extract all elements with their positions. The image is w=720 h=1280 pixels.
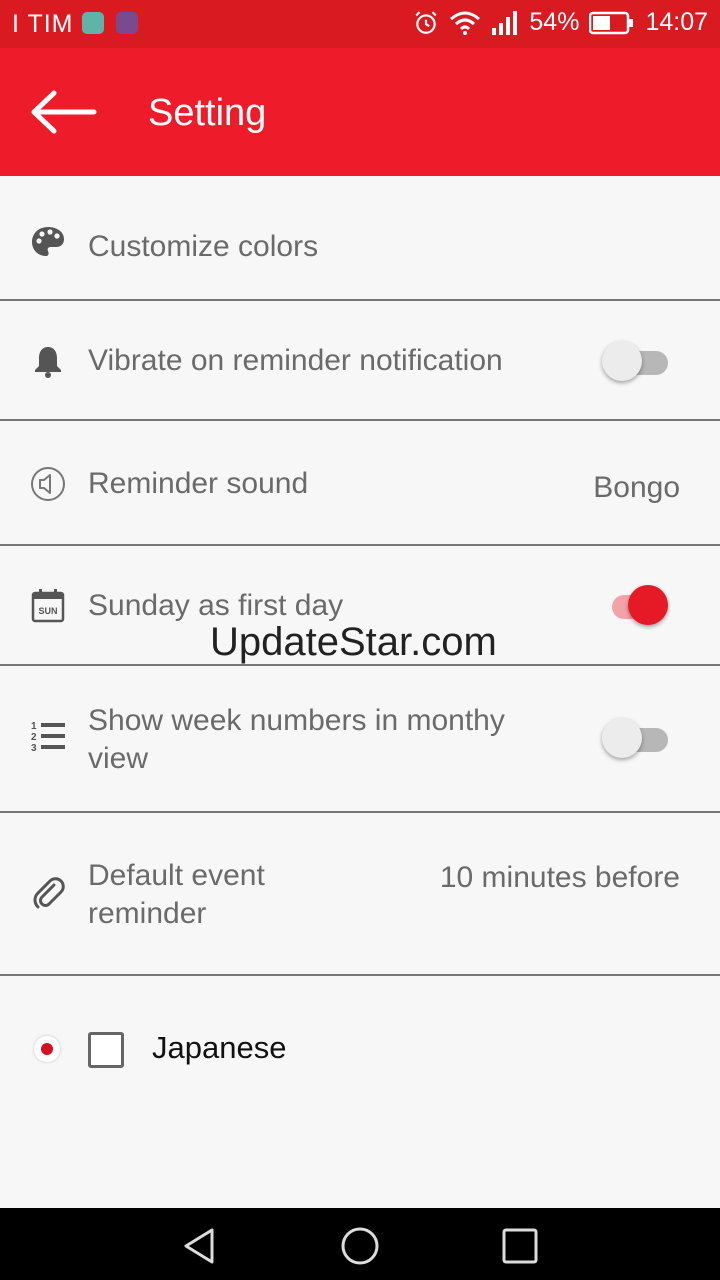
language-row: Japanese xyxy=(0,1020,720,1080)
battery-icon xyxy=(589,11,634,34)
bell-icon xyxy=(35,347,61,378)
palette-icon xyxy=(32,227,64,256)
setting-week-numbers[interactable]: 1 2 3 Show week numbers in monthy view xyxy=(0,666,720,813)
vibrate-toggle[interactable] xyxy=(602,341,668,381)
paperclip-icon xyxy=(33,877,65,909)
svg-text:2: 2 xyxy=(31,732,37,743)
japan-flag-icon xyxy=(34,1036,60,1062)
reminder-sound-label: Reminder sound xyxy=(88,467,309,500)
app-notification-icon xyxy=(82,12,104,34)
carrier-label: I TIM xyxy=(12,10,74,38)
back-arrow-icon[interactable] xyxy=(28,88,98,136)
language-label: Japanese xyxy=(152,1030,287,1065)
week-numbers-label-line2: view xyxy=(88,742,149,775)
signal-icon xyxy=(492,10,518,35)
week-numbers-label-line1: Show week numbers in monthy xyxy=(88,704,505,737)
alarm-icon xyxy=(415,10,437,34)
default-reminder-value: 10 minutes before xyxy=(439,861,680,894)
setting-vibrate[interactable]: Vibrate on reminder notification xyxy=(0,301,720,421)
japanese-checkbox[interactable] xyxy=(88,1032,124,1068)
default-reminder-label-line1: Default event xyxy=(88,859,265,892)
status-right: 54% 14:07 xyxy=(413,8,708,37)
reminder-sound-value: Bongo xyxy=(593,471,680,504)
clock: 14:07 xyxy=(645,8,708,36)
setting-customize-colors[interactable]: Customize colors xyxy=(0,176,720,301)
week-numbers-toggle[interactable] xyxy=(602,718,668,758)
wifi-icon xyxy=(450,11,481,35)
notification-icons xyxy=(82,12,138,34)
setting-reminder-sound[interactable]: Reminder sound Bongo xyxy=(0,421,720,546)
app-bar: Setting xyxy=(0,48,720,176)
sunday-first-toggle[interactable] xyxy=(602,585,668,625)
setting-default-reminder[interactable]: Default event reminder 10 minutes before xyxy=(0,813,720,976)
vibrate-label: Vibrate on reminder notification xyxy=(88,344,503,377)
status-bar: I TIM 54% 14:07 xyxy=(0,0,720,48)
recents-nav-icon[interactable] xyxy=(500,1226,540,1266)
numbered-list-icon: 1 2 3 xyxy=(31,721,65,754)
svg-text:3: 3 xyxy=(31,743,37,754)
toggle-thumb xyxy=(602,718,642,758)
toggle-thumb xyxy=(628,585,668,625)
system-nav-bar xyxy=(0,1208,720,1280)
speaker-icon xyxy=(31,467,65,501)
heartbeat-app-icon xyxy=(116,12,138,34)
svg-text:1: 1 xyxy=(31,721,37,732)
toggle-thumb xyxy=(602,341,642,381)
home-nav-icon[interactable] xyxy=(340,1226,380,1266)
customize-colors-label: Customize colors xyxy=(88,230,319,263)
default-reminder-label-line2: reminder xyxy=(88,897,207,930)
svg-text:SUN: SUN xyxy=(38,606,57,616)
calendar-sun-icon: SUN xyxy=(31,589,65,623)
page-title: Setting xyxy=(148,92,267,134)
back-nav-icon[interactable] xyxy=(180,1226,220,1266)
battery-percent: 54% xyxy=(529,8,580,36)
watermark-text: UpdateStar.com xyxy=(210,620,497,664)
